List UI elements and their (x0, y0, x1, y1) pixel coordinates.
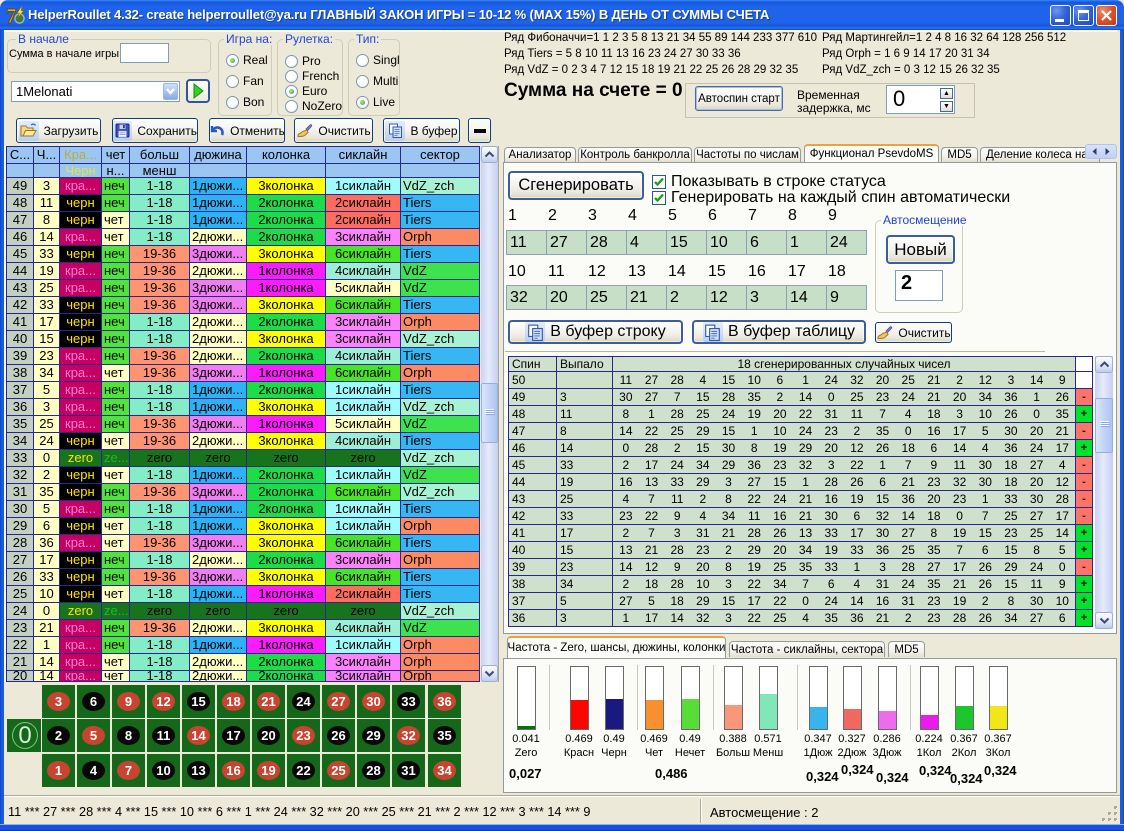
svg-text:7: 7 (6, 5, 17, 26)
